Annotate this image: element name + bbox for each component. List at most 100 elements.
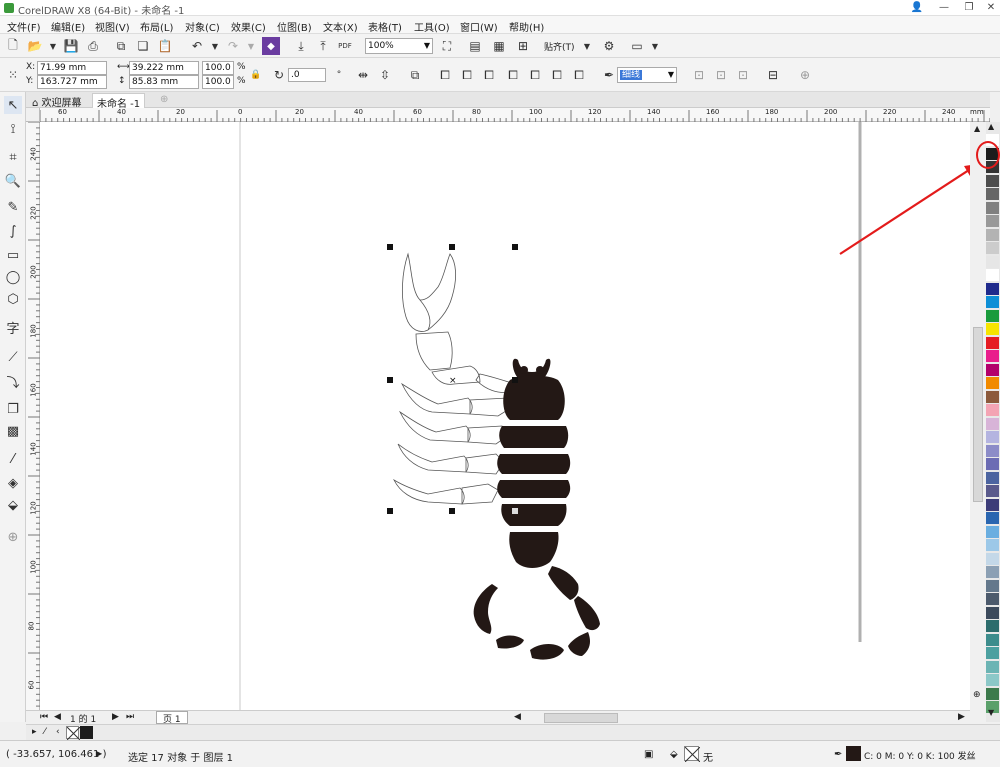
scale-width-field[interactable]: 100.0 <box>202 61 234 75</box>
options-gear-icon[interactable]: ⚙ <box>600 37 618 55</box>
outline-pen-icon[interactable]: ✒ <box>600 66 618 84</box>
redo-dropdown-icon[interactable]: ▼ <box>242 37 260 55</box>
full-screen-icon[interactable]: ⛶ <box>438 37 456 55</box>
show-guidelines-icon[interactable]: ⊞ <box>514 37 532 55</box>
palette-swatch[interactable] <box>986 539 999 551</box>
palette-swatch[interactable] <box>986 660 999 673</box>
tab-welcome-screen[interactable]: ⌂ 欢迎屏幕 <box>28 93 86 109</box>
palette-swatch[interactable] <box>986 228 999 241</box>
height-field[interactable]: 85.83 mm <box>129 75 199 89</box>
palette-swatch[interactable] <box>986 471 999 484</box>
restore-button[interactable]: ❐ <box>962 1 976 14</box>
handle-bottom-right[interactable] <box>512 508 518 514</box>
align-icon[interactable]: ⊡ <box>690 66 708 84</box>
scroll-up-icon[interactable]: ▲ <box>974 124 980 133</box>
drawing-canvas[interactable]: × <box>40 122 970 710</box>
palette-swatch[interactable] <box>986 188 999 200</box>
simplify-icon[interactable]: ⧠ <box>504 66 522 84</box>
break-apart-icon[interactable]: ⊡ <box>734 66 752 84</box>
add-property-icon[interactable]: ⊕ <box>796 66 814 84</box>
y-position-field[interactable]: 163.727 mm <box>37 75 107 89</box>
snap-to-button[interactable]: 贴齐(T) <box>544 40 575 53</box>
object-origin-icon[interactable]: ⁙ <box>4 66 22 84</box>
palette-swatch[interactable] <box>986 390 999 403</box>
menu-table[interactable]: 表格(T) <box>368 19 402 34</box>
menu-file[interactable]: 文件(F) <box>7 19 41 34</box>
palette-swatch[interactable] <box>986 485 999 497</box>
vertical-scrollbar[interactable]: ▲ ⊕ <box>970 122 986 710</box>
search-content-icon[interactable]: ◆ <box>262 37 280 55</box>
menu-object[interactable]: 对象(C) <box>185 19 220 34</box>
scale-height-field[interactable]: 100.0 <box>202 75 234 89</box>
menu-tools[interactable]: 工具(O) <box>414 19 450 34</box>
zoom-canvas-icon[interactable]: ⊕ <box>973 690 981 700</box>
weld-icon[interactable]: ⧠ <box>436 66 454 84</box>
vertical-scroll-thumb[interactable] <box>973 327 983 502</box>
first-page-icon[interactable]: ⏮ <box>40 712 48 722</box>
show-grid-icon[interactable]: ▦ <box>490 37 508 55</box>
menu-bitmaps[interactable]: 位图(B) <box>277 19 312 34</box>
ruler-corner[interactable] <box>26 108 40 122</box>
width-field[interactable]: 39.222 mm <box>129 61 199 75</box>
palette-swatch[interactable] <box>986 633 999 646</box>
add-tool-icon[interactable]: ⊕ <box>4 528 22 546</box>
open-icon[interactable]: 📂 <box>26 37 44 55</box>
mirror-horizontal-icon[interactable]: ⇹ <box>354 66 372 84</box>
palette-scroll-up-icon[interactable]: ▲ <box>988 122 994 131</box>
artistic-media-icon[interactable]: ∫ <box>4 222 22 240</box>
handle-top-left[interactable] <box>387 244 393 250</box>
intersect-icon[interactable]: ⧠ <box>480 66 498 84</box>
account-icon[interactable]: 👤 <box>910 1 924 14</box>
palette-swatch[interactable] <box>986 525 999 538</box>
scorpion-body[interactable] <box>473 358 600 660</box>
palette-swatch[interactable] <box>986 255 999 268</box>
group-icon[interactable]: ⧉ <box>406 66 424 84</box>
transparency-tool-icon[interactable]: ▩ <box>4 422 22 440</box>
palette-swatch[interactable] <box>986 242 999 254</box>
palette-swatch[interactable] <box>986 215 999 227</box>
align-distribute-icon[interactable]: ⊟ <box>764 66 782 84</box>
horizontal-scroll-thumb[interactable] <box>544 713 618 723</box>
palette-swatch[interactable] <box>986 363 999 376</box>
save-icon[interactable]: 💾 <box>62 37 80 55</box>
palette-swatch[interactable] <box>986 282 999 295</box>
front-minus-back-icon[interactable]: ⧠ <box>526 66 544 84</box>
palette-swatch[interactable] <box>986 323 999 335</box>
menu-view[interactable]: 视图(V) <box>95 19 130 34</box>
outline-color-swatch[interactable] <box>846 746 861 761</box>
palette-swatch[interactable] <box>986 444 999 457</box>
handle-bottom-center[interactable] <box>449 508 455 514</box>
palette-swatch[interactable] <box>986 593 999 605</box>
palette-swatch[interactable] <box>986 552 999 565</box>
palette-swatch[interactable] <box>986 404 999 416</box>
rotation-angle-field[interactable]: .0 <box>288 68 326 82</box>
eyedropper-icon[interactable]: ⁄ <box>4 450 22 468</box>
palette-swatch[interactable] <box>986 674 999 686</box>
palette-swatch[interactable] <box>986 296 999 308</box>
fill-none-swatch[interactable] <box>684 746 701 763</box>
palette-swatch[interactable] <box>986 458 999 470</box>
undo-icon[interactable]: ↶ <box>188 37 206 55</box>
menu-edit[interactable]: 编辑(E) <box>51 19 85 34</box>
tab-untitled[interactable]: 未命名 -1 <box>92 93 146 110</box>
doc-palette-scroll-icon[interactable]: ‹ <box>56 727 60 737</box>
open-dropdown-icon[interactable]: ▼ <box>44 37 62 55</box>
palette-swatch[interactable] <box>986 566 999 578</box>
page-tab[interactable]: 页 1 <box>156 711 188 725</box>
connector-tool-icon[interactable]: ⤵ <box>4 372 22 391</box>
zoom-level-select[interactable]: 100% ▼ <box>365 38 433 54</box>
palette-swatch[interactable] <box>986 579 999 592</box>
handle-top-center[interactable] <box>449 244 455 250</box>
rotation-icon[interactable]: ↻ <box>270 66 288 84</box>
zoom-tool-icon[interactable]: 🔍 <box>4 172 22 190</box>
import-icon[interactable]: ⤓ <box>292 37 310 55</box>
export-icon[interactable]: ⤒ <box>314 37 332 55</box>
black-swatch[interactable] <box>80 726 93 739</box>
snap-dropdown-icon[interactable]: ▼ <box>578 37 596 55</box>
new-document-icon[interactable]: 🗋 <box>4 37 22 55</box>
rectangle-tool-icon[interactable]: ▭ <box>4 246 22 264</box>
menu-window[interactable]: 窗口(W) <box>460 19 498 34</box>
palette-swatch[interactable] <box>986 174 999 187</box>
status-arrow-icon[interactable]: ▶ <box>96 749 102 758</box>
pick-tool-icon[interactable]: ↖ <box>4 96 22 114</box>
